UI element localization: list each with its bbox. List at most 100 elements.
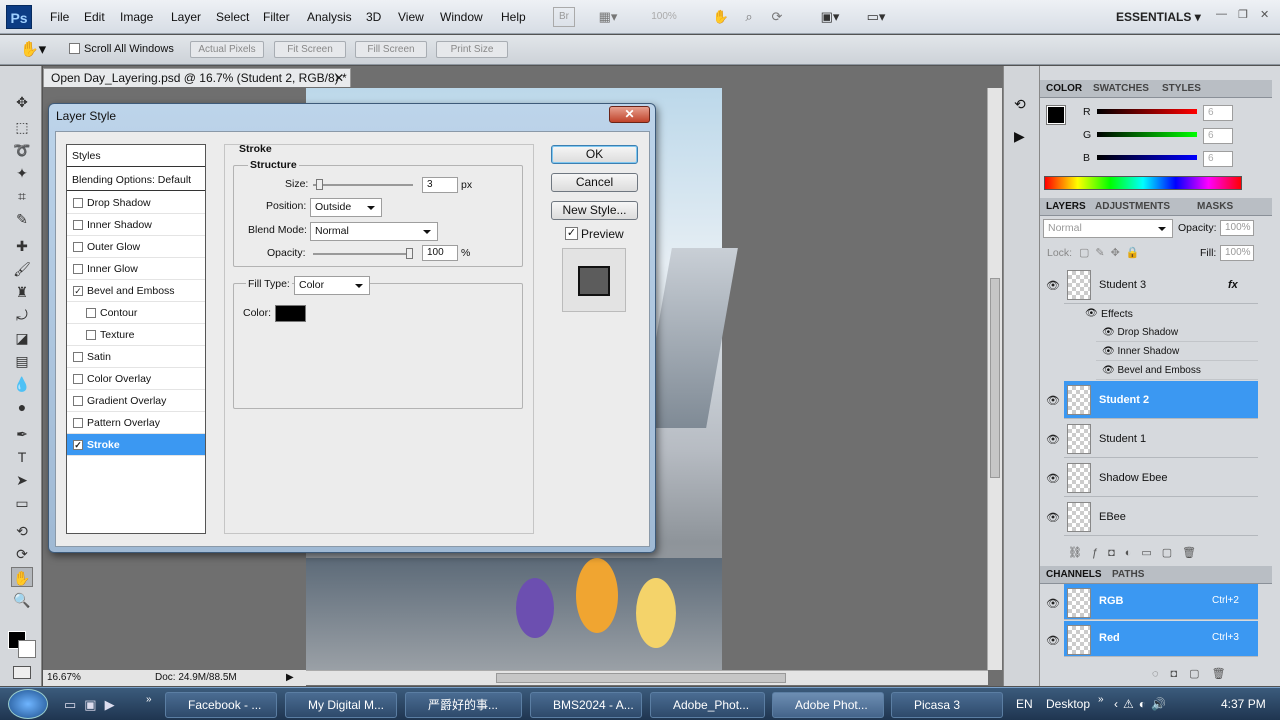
healing-brush-tool-icon[interactable]: ✚ [11, 236, 33, 256]
menu-3d[interactable]: 3D [366, 10, 381, 24]
style-item-texture[interactable]: Texture [67, 324, 205, 346]
new-style-button[interactable]: New Style... [551, 201, 638, 220]
blending-options-item[interactable]: Blending Options: Default [67, 169, 205, 191]
blur-tool-icon[interactable]: 💧 [11, 374, 33, 394]
style-item-gradient-overlay[interactable]: Gradient Overlay [67, 390, 205, 412]
eraser-tool-icon[interactable]: ◪ [11, 328, 33, 348]
close-tab-icon[interactable]: ✕ [334, 69, 344, 87]
vertical-scrollbar[interactable] [987, 88, 1002, 670]
eyedropper-tool-icon[interactable]: ✎ [11, 209, 33, 229]
stroke-color-swatch[interactable] [275, 305, 306, 322]
style-checkbox[interactable] [86, 308, 96, 318]
style-item-drop-shadow[interactable]: Drop Shadow [67, 192, 205, 214]
layer-row-student-2[interactable]: Student 2 [1064, 381, 1258, 419]
move-tool-icon[interactable]: ✥ [11, 92, 33, 112]
red-value[interactable]: 6 [1203, 105, 1233, 121]
size-slider[interactable] [313, 179, 413, 190]
restore-icon[interactable]: ❐ [1238, 8, 1248, 21]
brush-tool-icon[interactable]: 🖌 [11, 259, 33, 279]
path-selection-tool-icon[interactable]: ➤ [11, 470, 33, 490]
tab-channels[interactable]: CHANNELS [1046, 569, 1102, 580]
dodge-tool-icon[interactable]: ● [11, 397, 33, 417]
styles-header[interactable]: Styles [67, 145, 205, 167]
print-size-button[interactable]: Print Size [436, 41, 508, 58]
style-checkbox[interactable] [73, 242, 83, 252]
style-checkbox[interactable] [73, 396, 83, 406]
menu-file[interactable]: File [50, 10, 69, 24]
style-checkbox[interactable]: ✓ [73, 286, 83, 296]
menu-image[interactable]: Image [120, 10, 153, 24]
crop-tool-icon[interactable]: ⌗ [11, 186, 33, 206]
style-item-stroke[interactable]: ✓ Stroke [67, 434, 205, 456]
lasso-tool-icon[interactable]: ➰ [11, 140, 33, 160]
menu-layer[interactable]: Layer [171, 10, 201, 24]
channel-row-red[interactable]: Red Ctrl+3 [1064, 621, 1258, 657]
tab-color[interactable]: COLOR [1046, 83, 1082, 94]
green-value[interactable]: 6 [1203, 128, 1233, 144]
visibility-eye-icon[interactable]: 👁 [1046, 634, 1060, 648]
style-item-outer-glow[interactable]: Outer Glow [67, 236, 205, 258]
preview-checkbox[interactable]: ✓ [565, 227, 578, 240]
task-firefox-facebook[interactable]: Facebook - ... [165, 692, 277, 718]
channels-footer-icons[interactable]: ◌◘▢🗑 [1152, 667, 1238, 680]
gradient-tool-icon[interactable]: ▤ [11, 351, 33, 371]
3d-rotate-tool-icon[interactable]: ⟲ [11, 521, 33, 541]
style-checkbox[interactable] [86, 330, 96, 340]
fill-type-select[interactable]: Color [294, 276, 370, 295]
tab-styles[interactable]: STYLES [1162, 83, 1201, 94]
tab-adjustments[interactable]: ADJUSTMENTS [1095, 201, 1170, 212]
menu-help[interactable]: Help [501, 10, 526, 24]
3d-orbit-tool-icon[interactable]: ⟳ [11, 544, 33, 564]
red-slider[interactable] [1097, 109, 1197, 114]
start-button[interactable] [8, 689, 48, 719]
scroll-all-checkbox[interactable] [69, 43, 80, 54]
layers-footer-icons[interactable]: ⛓ƒ◘◐▭▢🗑 [1068, 546, 1206, 559]
layer-row-student-3[interactable]: Student 3 fx [1064, 266, 1258, 304]
channel-row-rgb[interactable]: RGB Ctrl+2 [1064, 584, 1258, 620]
fx-icon[interactable]: fx [1228, 266, 1238, 304]
task-picasa[interactable]: Picasa 3 [891, 692, 1003, 718]
layer-blend-mode-select[interactable]: Normal [1043, 219, 1173, 238]
style-item-satin[interactable]: Satin [67, 346, 205, 368]
menu-select[interactable]: Select [216, 10, 249, 24]
visibility-eye-icon[interactable]: 👁 [1046, 394, 1060, 408]
quick-launch-icons[interactable]: ▭▣▶ [64, 697, 123, 713]
style-checkbox[interactable] [73, 198, 83, 208]
quick-launch-more-icon[interactable]: » [146, 694, 152, 705]
visibility-eye-icon[interactable]: 👁 [1046, 597, 1060, 611]
history-panel-icon[interactable]: ⟲ [1014, 96, 1026, 113]
fill-screen-button[interactable]: Fill Screen [355, 41, 427, 58]
document-tab[interactable]: Open Day_Layering.psd @ 16.7% (Student 2… [43, 68, 351, 87]
menu-filter[interactable]: Filter [263, 10, 290, 24]
clock[interactable]: 4:37 PM [1221, 697, 1266, 711]
tab-layers[interactable]: LAYERS [1046, 201, 1086, 212]
task-pdf-adobe[interactable]: Adobe_Phot... [650, 692, 765, 718]
desktop-more-icon[interactable]: » [1098, 694, 1104, 705]
opacity-input[interactable]: 100 [422, 245, 458, 261]
tab-swatches[interactable]: SWATCHES [1093, 83, 1149, 94]
bridge-button[interactable]: Br [553, 7, 575, 27]
screen-mode-icon[interactable]: ▭▾ [858, 7, 894, 27]
zoom-tool-icon[interactable]: ⌕ [738, 7, 760, 27]
hand-tool-icon[interactable]: ✋ [11, 567, 33, 587]
task-ie[interactable]: 严爵好的事... [405, 692, 522, 718]
quick-select-tool-icon[interactable]: ✦ [11, 163, 33, 183]
marquee-tool-icon[interactable]: ⬚ [11, 117, 33, 137]
blend-mode-select[interactable]: Normal [310, 222, 438, 241]
effects-eye-icon[interactable]: 👁 [1085, 308, 1098, 319]
effect-row[interactable]: 👁 Inner Shadow [1096, 342, 1258, 361]
blue-slider[interactable] [1097, 155, 1197, 160]
arrange-documents-icon[interactable]: ▣▾ [812, 7, 848, 27]
effect-eye-icon[interactable]: 👁 [1102, 327, 1115, 338]
view-extras-icon[interactable]: ▦▾ [590, 7, 626, 27]
layer-opacity-value[interactable]: 100% [1220, 220, 1254, 236]
style-item-inner-glow[interactable]: Inner Glow [67, 258, 205, 280]
menu-edit[interactable]: Edit [84, 10, 105, 24]
style-item-inner-shadow[interactable]: Inner Shadow [67, 214, 205, 236]
cancel-button[interactable]: Cancel [551, 173, 638, 192]
menu-analysis[interactable]: Analysis [307, 10, 352, 24]
workspace-switcher[interactable]: ESSENTIALS ▾ [1116, 10, 1201, 24]
pen-tool-icon[interactable]: ✒ [11, 424, 33, 444]
tab-paths[interactable]: PATHS [1112, 569, 1144, 580]
style-checkbox[interactable] [73, 264, 83, 274]
